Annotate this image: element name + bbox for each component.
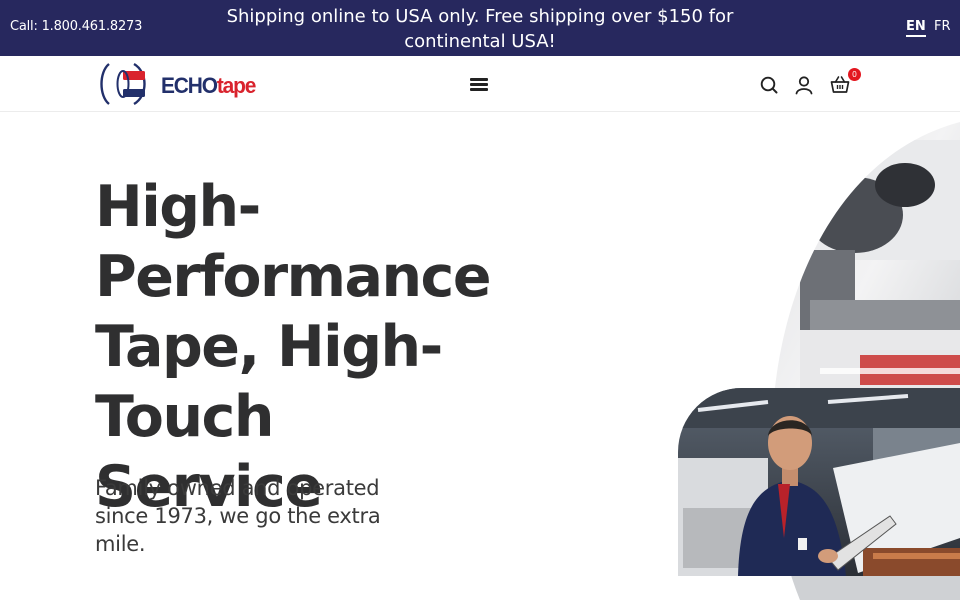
language-fr[interactable]: FR (934, 19, 951, 34)
hero-worker-image (678, 388, 960, 576)
logo-wordmark: ECHOtape (161, 73, 256, 98)
language-en[interactable]: EN (906, 19, 926, 37)
shipping-announcement: Shipping online to USA only. Free shippi… (226, 6, 734, 52)
cart-count-badge: 0 (848, 68, 861, 81)
hero-heading: High-Performance Tape, High-Touch Servic… (95, 174, 492, 520)
hero-subheading: Family owned and operated since 1973, we… (95, 476, 381, 556)
site-header: ECHOtape (0, 56, 960, 112)
logo-mark-icon (100, 62, 146, 106)
user-icon[interactable] (793, 74, 815, 96)
announcement-bar: Call: 1.800.461.8273 Shipping online to … (0, 0, 960, 56)
search-icon[interactable] (758, 74, 780, 96)
call-link[interactable]: Call: 1.800.461.8273 (10, 19, 142, 34)
echotape-logo[interactable]: ECHOtape (100, 62, 280, 106)
hamburger-icon[interactable] (467, 72, 491, 96)
